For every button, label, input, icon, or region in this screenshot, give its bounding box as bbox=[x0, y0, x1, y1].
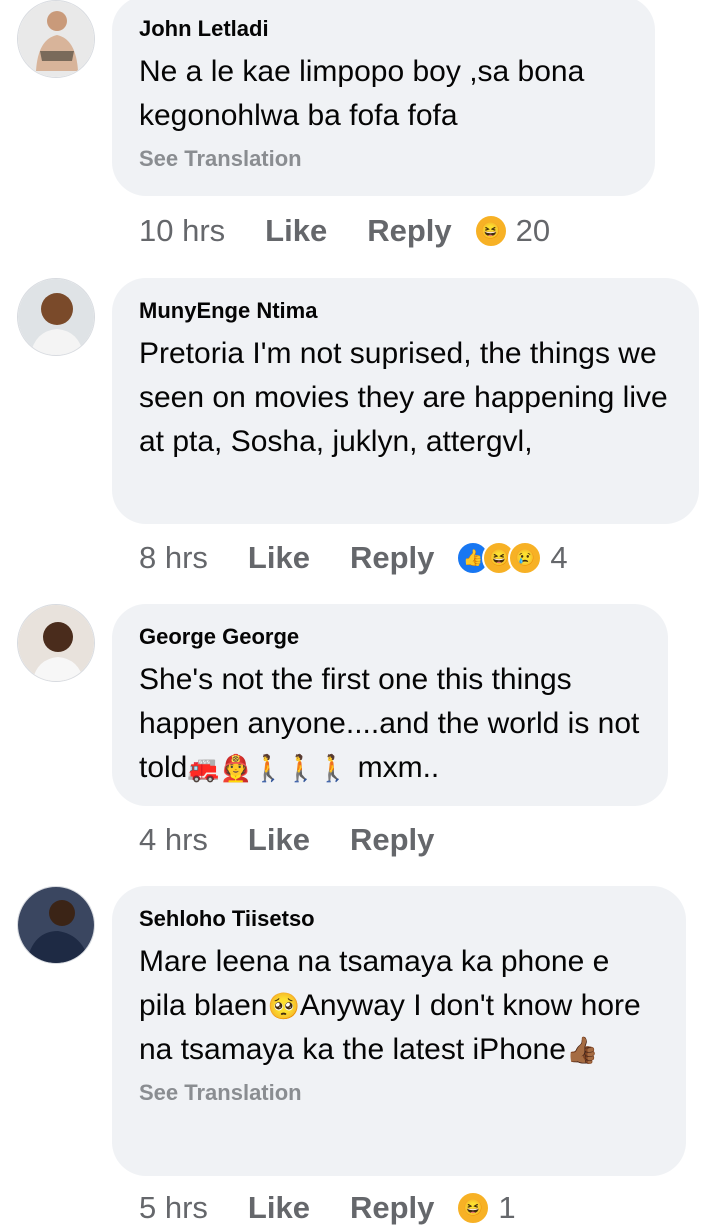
comment-text: She's not the first one this things happ… bbox=[139, 658, 642, 790]
emoji-sequence: 🚒🧑‍🚒🚶🚶🚶 bbox=[187, 753, 350, 783]
reply-button[interactable]: Reply bbox=[350, 540, 434, 576]
comment-actions: 10 hrs Like Reply 😆 20 bbox=[139, 211, 550, 251]
comment-text: Mare leena na tsamaya ka phone e pila bl… bbox=[139, 940, 660, 1072]
like-button[interactable]: Like bbox=[248, 540, 310, 576]
comment-actions: 8 hrs Like Reply 👍 😆 😢 4 bbox=[139, 538, 568, 578]
avatar-image bbox=[18, 887, 94, 963]
comment-actions: 5 hrs Like Reply 😆 1 bbox=[139, 1188, 516, 1228]
reaction-count: 20 bbox=[515, 213, 551, 248]
reaction-count: 4 bbox=[550, 540, 568, 575]
see-translation-link[interactable]: See Translation bbox=[139, 146, 629, 172]
comment-bubble: George George She's not the first one th… bbox=[112, 604, 668, 806]
reaction-count: 1 bbox=[498, 1190, 516, 1225]
comment-time[interactable]: 4 hrs bbox=[139, 822, 208, 858]
comment-text-tail: mxm.. bbox=[357, 751, 440, 784]
avatar-image bbox=[18, 605, 94, 681]
avatar[interactable] bbox=[17, 0, 95, 78]
reply-button[interactable]: Reply bbox=[367, 213, 451, 249]
reactions-summary[interactable]: 😆 1 bbox=[456, 1190, 516, 1226]
comment-actions: 4 hrs Like Reply bbox=[139, 820, 474, 860]
thumbs-up-emoji: 👍🏾 bbox=[565, 1035, 599, 1065]
reply-button[interactable]: Reply bbox=[350, 822, 434, 858]
comment-time[interactable]: 8 hrs bbox=[139, 540, 208, 576]
comment-text: Ne a le kae limpopo boy ,sa bona kegonoh… bbox=[139, 55, 585, 132]
sad-reaction-icon: 😢 bbox=[508, 541, 543, 575]
like-button[interactable]: Like bbox=[265, 213, 327, 249]
reply-button[interactable]: Reply bbox=[350, 1190, 434, 1226]
avatar[interactable] bbox=[17, 886, 95, 964]
like-button[interactable]: Like bbox=[248, 822, 310, 858]
comment-author[interactable]: MunyEnge Ntima bbox=[139, 298, 673, 324]
comment-author[interactable]: Sehloho Tiisetso bbox=[139, 906, 660, 932]
comment-bubble: Sehloho Tiisetso Mare leena na tsamaya k… bbox=[112, 886, 686, 1176]
avatar-image bbox=[18, 1, 94, 77]
comment-text: Pretoria I'm not suprised, the things we… bbox=[139, 337, 668, 458]
haha-reaction-icon: 😆 bbox=[473, 214, 508, 248]
reactions-summary[interactable]: 👍 😆 😢 4 bbox=[456, 540, 568, 576]
comment-author[interactable]: George George bbox=[139, 624, 642, 650]
reactions-summary[interactable]: 😆 20 bbox=[473, 213, 551, 249]
comment-author[interactable]: John Letladi bbox=[139, 16, 629, 42]
comment-time[interactable]: 10 hrs bbox=[139, 213, 225, 249]
avatar-image bbox=[18, 279, 94, 355]
comment-bubble: John Letladi Ne a le kae limpopo boy ,sa… bbox=[112, 0, 655, 196]
comment-bubble: MunyEnge Ntima Pretoria I'm not suprised… bbox=[112, 278, 699, 524]
avatar[interactable] bbox=[17, 278, 95, 356]
avatar[interactable] bbox=[17, 604, 95, 682]
see-translation-link[interactable]: See Translation bbox=[139, 1080, 660, 1106]
comment-time[interactable]: 5 hrs bbox=[139, 1190, 208, 1226]
pleading-face-emoji: 🥺 bbox=[267, 991, 300, 1021]
like-button[interactable]: Like bbox=[248, 1190, 310, 1226]
